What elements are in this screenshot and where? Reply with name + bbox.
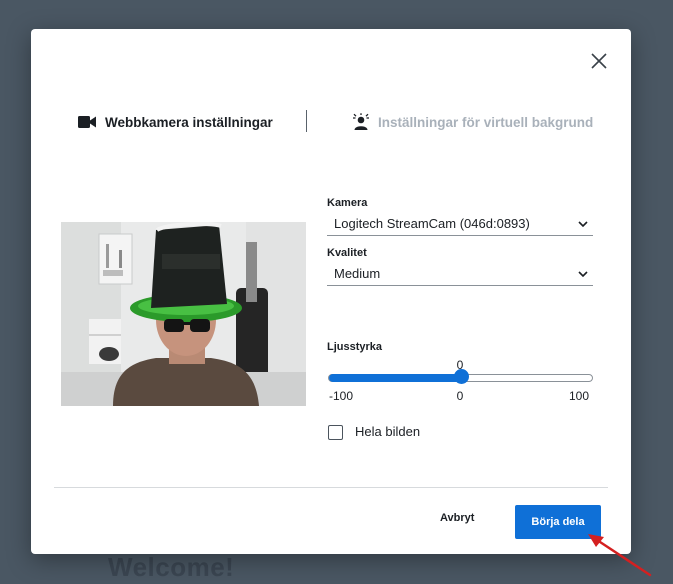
- background-welcome-heading: Welcome!: [108, 552, 235, 582]
- cancel-button[interactable]: Avbryt: [440, 512, 474, 524]
- webcam-settings-dialog: Webbkamera inställningar Inställningar f…: [31, 29, 631, 554]
- chevron-down-icon: [578, 271, 588, 278]
- chevron-down-icon: [578, 221, 588, 228]
- brightness-max-label: 100: [568, 389, 590, 403]
- webcam-preview: [61, 222, 306, 406]
- camera-select[interactable]: Logitech StreamCam (046d:0893): [327, 215, 593, 236]
- close-icon[interactable]: [589, 51, 609, 71]
- fullframe-checkbox[interactable]: [328, 425, 343, 440]
- brightness-label: Ljusstyrka: [327, 341, 383, 353]
- fullframe-label: Hela bilden: [355, 424, 421, 439]
- annotation-arrow-icon: [588, 534, 652, 577]
- virtual-background-icon: [353, 113, 369, 130]
- webcam-preview-image: [61, 222, 306, 406]
- brightness-slider-thumb[interactable]: [453, 369, 469, 384]
- tab-divider: [306, 110, 307, 132]
- camera-select-value: Logitech StreamCam (046d:0893): [334, 216, 530, 231]
- quality-select[interactable]: Medium: [327, 265, 593, 286]
- tab-virtual-background[interactable]: Inställningar för virtuell bakgrund: [352, 111, 593, 133]
- brightness-min-label: -100: [328, 389, 354, 403]
- brightness-slider-fill: [329, 374, 462, 382]
- quality-label: Kvalitet: [327, 247, 367, 259]
- quality-select-value: Medium: [334, 266, 381, 281]
- camera-label: Kamera: [327, 197, 368, 209]
- footer-divider: [54, 487, 608, 488]
- tab-virtual-label: Inställningar för virtuell bakgrund: [378, 114, 594, 130]
- brightness-mid-label: 0: [456, 389, 464, 403]
- tab-webcam-label: Webbkamera inställningar: [105, 114, 273, 130]
- video-camera-icon: [78, 116, 96, 128]
- tab-webcam-settings[interactable]: Webbkamera inställningar: [78, 111, 273, 133]
